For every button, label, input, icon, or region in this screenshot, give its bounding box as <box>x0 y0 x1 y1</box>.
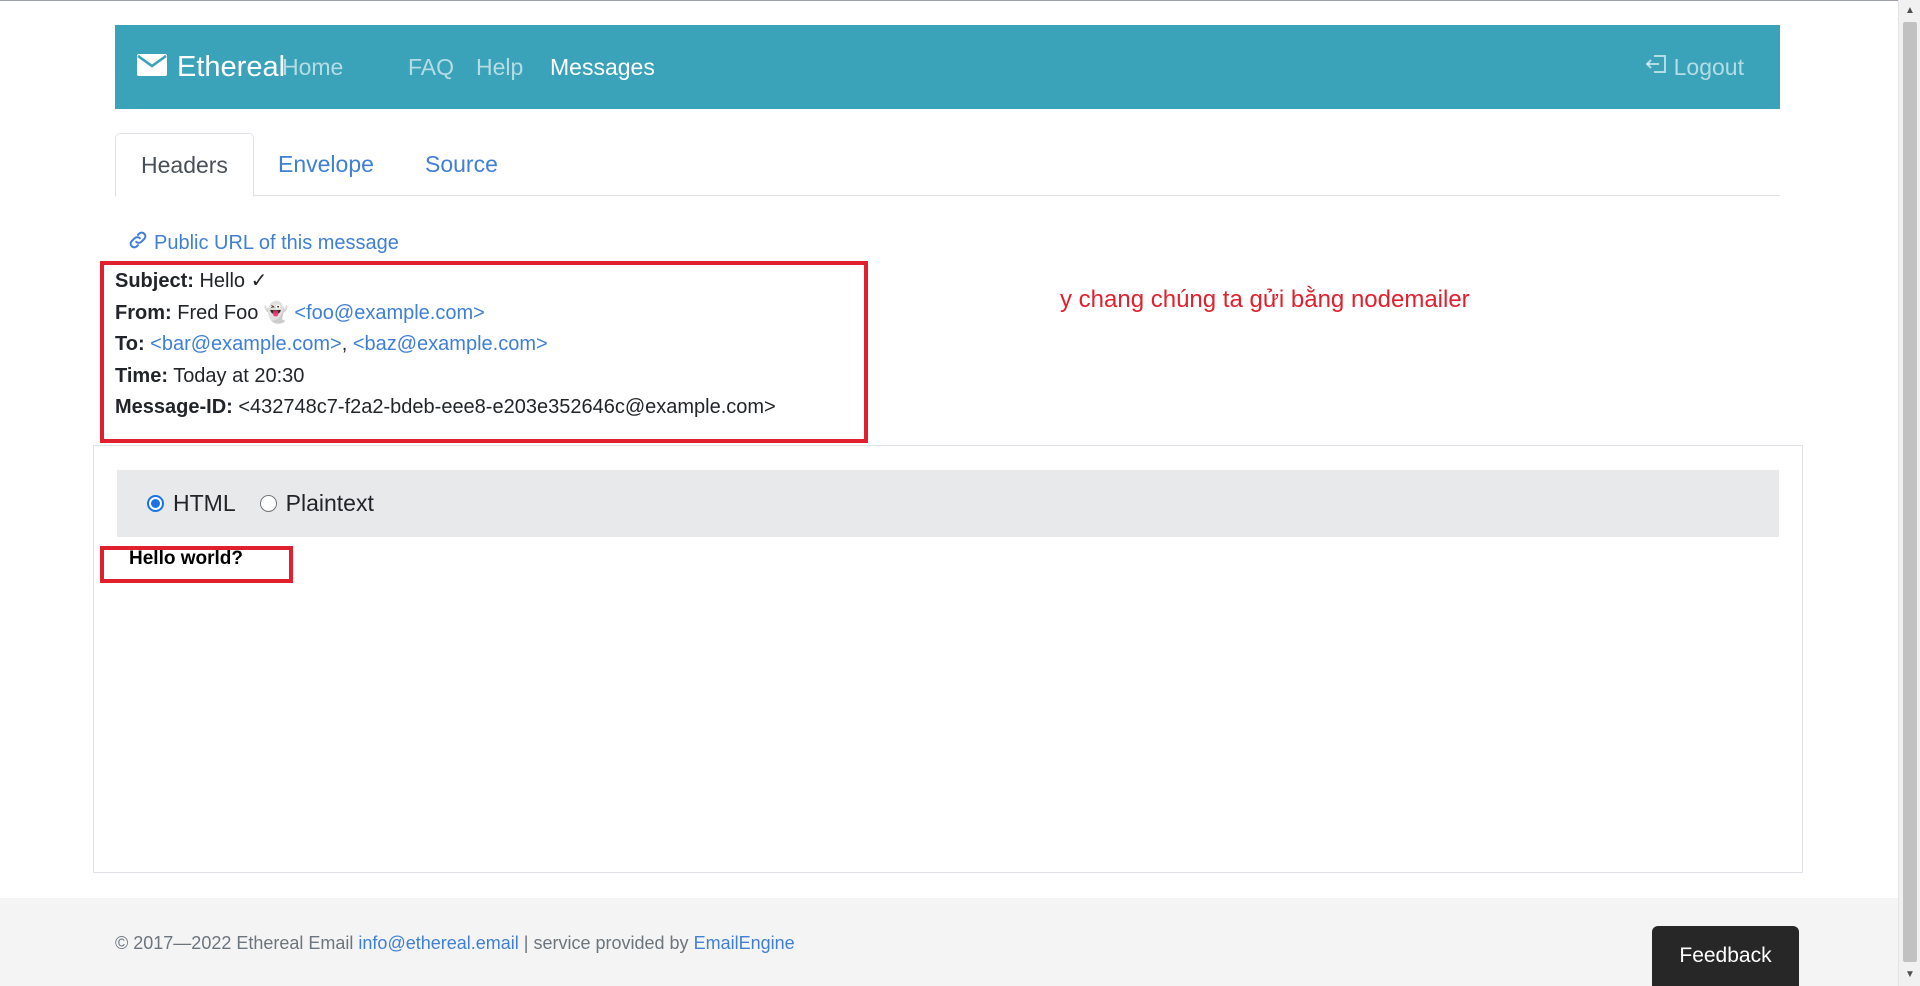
window-top-border <box>0 0 1920 1</box>
footer-copyright: © 2017—2022 Ethereal Email <box>115 933 354 953</box>
top-navbar: Ethereal Home FAQ Help Messages Logout <box>115 25 1780 109</box>
brand[interactable]: Ethereal <box>137 25 285 109</box>
message-tabs: Headers Envelope Source <box>115 133 1780 197</box>
tab-envelope[interactable]: Envelope <box>253 133 399 196</box>
page-scrollbar[interactable]: ▲ ▼ <box>1898 0 1920 986</box>
nav-home[interactable]: Home <box>282 25 343 109</box>
annotation-text: y chang chúng ta gửi bằng nodemailer <box>1060 286 1470 313</box>
link-icon <box>127 229 154 257</box>
feedback-button[interactable]: Feedback <box>1652 926 1799 986</box>
headers-highlight-box <box>100 261 868 443</box>
scroll-up-arrow-icon[interactable]: ▲ <box>1899 2 1920 20</box>
html-radio-indicator <box>147 495 164 512</box>
scrollbar-thumb[interactable] <box>1903 22 1917 962</box>
logout-button[interactable]: Logout <box>1644 25 1744 109</box>
footer-text: © 2017—2022 Ethereal Email info@ethereal… <box>115 933 795 954</box>
logout-icon <box>1644 52 1674 82</box>
public-url-label: Public URL of this message <box>154 231 399 254</box>
html-radio[interactable]: HTML <box>147 490 236 517</box>
plaintext-radio-label: Plaintext <box>285 490 374 516</box>
footer-service-text: | service provided by <box>523 933 689 953</box>
public-url-link[interactable]: Public URL of this message <box>127 229 399 257</box>
footer-contact-link[interactable]: info@ethereal.email <box>358 933 518 953</box>
nav-faq[interactable]: FAQ <box>408 25 454 109</box>
envelope-icon <box>137 51 177 84</box>
scroll-down-arrow-icon[interactable]: ▼ <box>1899 966 1920 984</box>
logout-label: Logout <box>1673 53 1744 80</box>
nav-messages[interactable]: Messages <box>550 25 655 109</box>
plaintext-radio-indicator <box>259 495 277 512</box>
view-mode-bar: HTML Plaintext <box>117 470 1779 537</box>
tab-source[interactable]: Source <box>400 133 523 196</box>
nav-help[interactable]: Help <box>476 25 523 109</box>
footer-provider-link[interactable]: EmailEngine <box>694 933 795 953</box>
plaintext-radio[interactable]: Plaintext <box>259 490 374 517</box>
body-highlight-box <box>100 546 293 583</box>
tab-headers[interactable]: Headers <box>115 133 254 197</box>
brand-name: Ethereal <box>177 50 286 83</box>
html-radio-label: HTML <box>173 490 236 516</box>
